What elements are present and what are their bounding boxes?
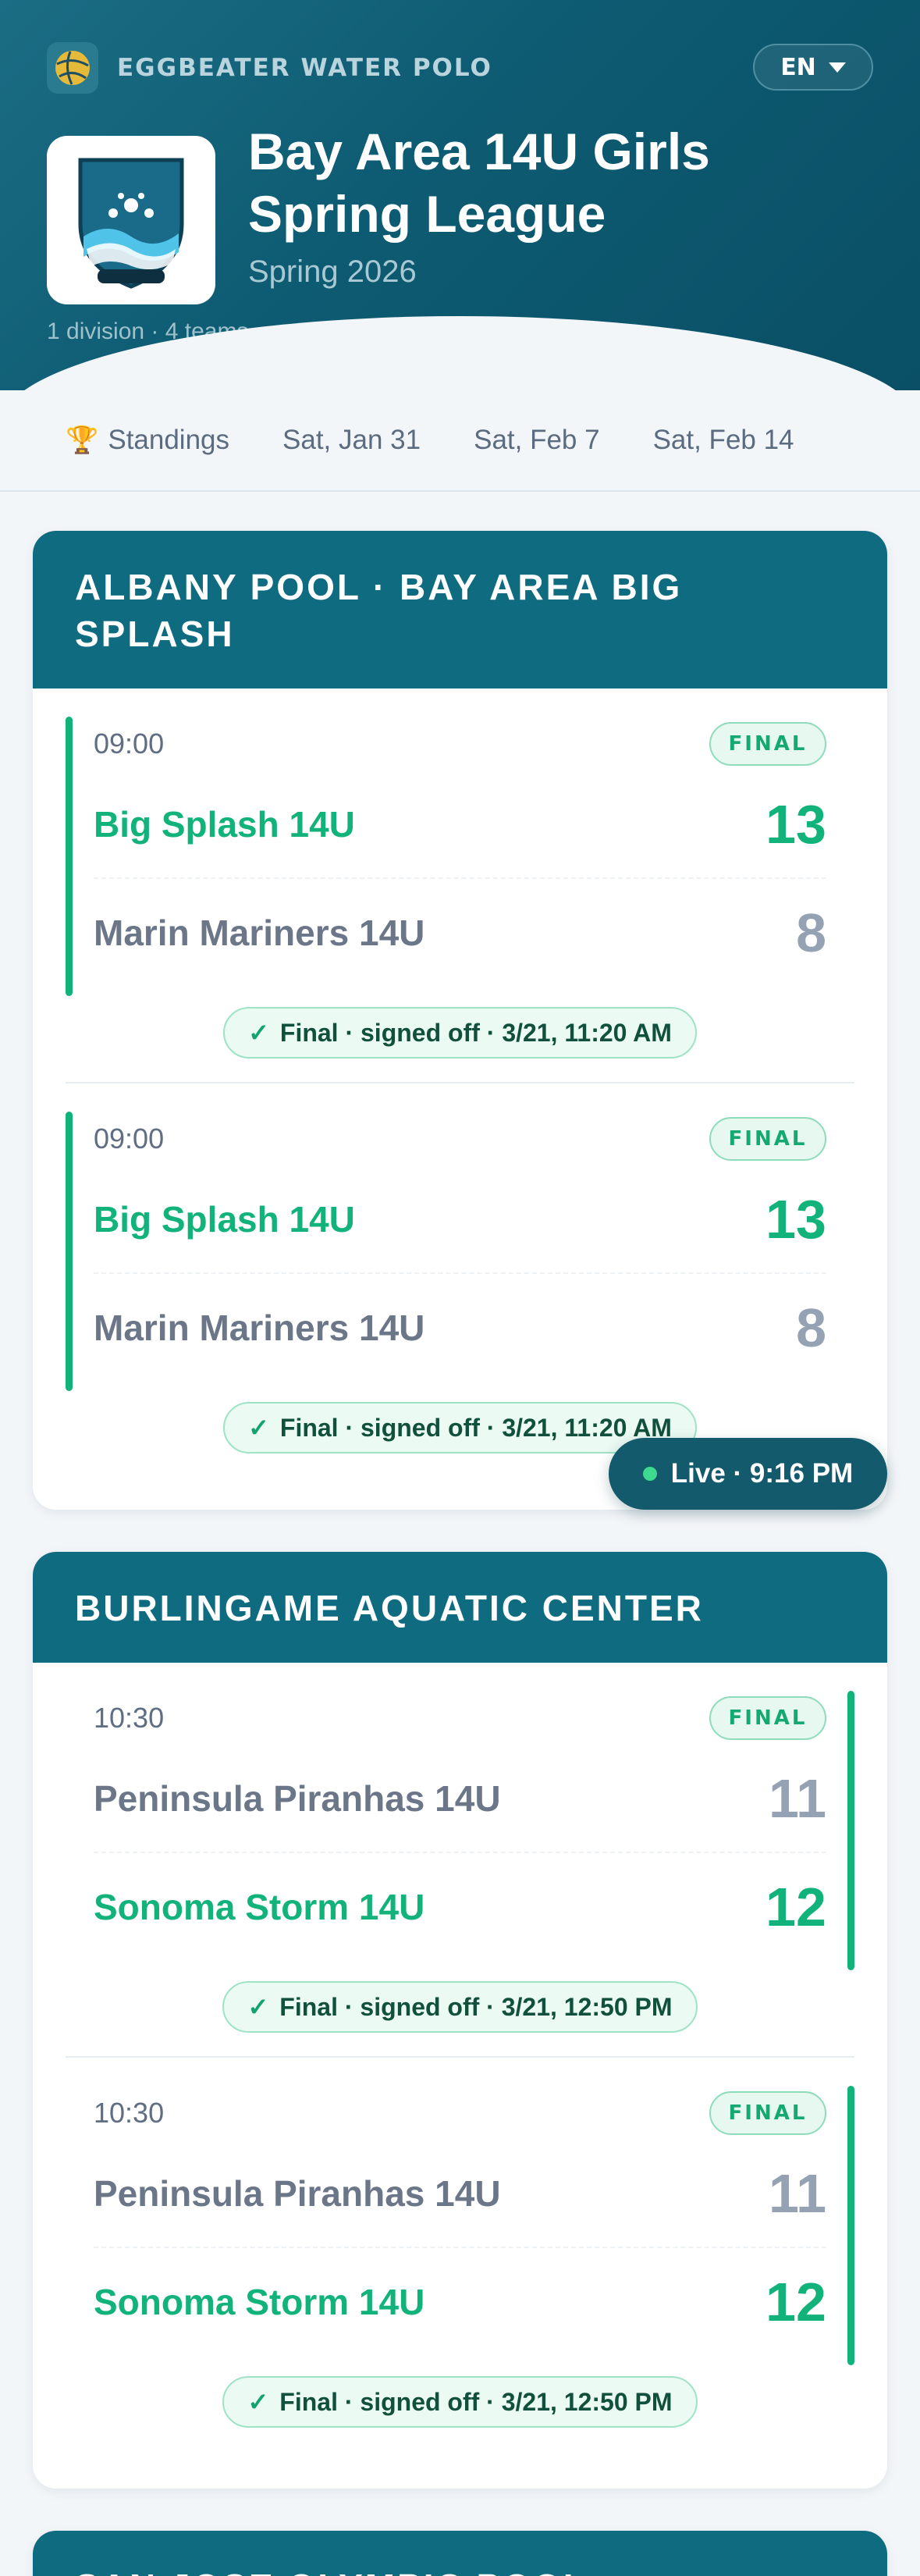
team-row-away: Sonoma Storm 14U 12 [94, 1853, 826, 1961]
team-row-home: Big Splash 14U 13 [94, 1166, 826, 1274]
tab-sat-feb-14[interactable]: Sat, Feb 14 [627, 425, 821, 456]
signoff-text: Final · signed off · 3/21, 11:20 AM [279, 1413, 672, 1442]
team-score: 12 [765, 2272, 826, 2332]
team-score: 11 [769, 1768, 826, 1829]
signoff-text: Final · signed off · 3/21, 11:20 AM [279, 1018, 672, 1047]
game-card[interactable]: 10:30 FINAL Peninsula Piranhas 14U 11 So… [66, 2056, 854, 2451]
status-badge: FINAL [709, 1696, 826, 1740]
live-status-text: Live · 9:16 PM [670, 1458, 854, 1489]
winner-indicator-bar [66, 717, 73, 996]
game-time: 10:30 [94, 1702, 165, 1734]
brand-name: EGGBEATER WATER POLO [117, 54, 492, 82]
language-label: EN [780, 53, 816, 81]
game-card[interactable]: 10:30 FINAL Peninsula Piranhas 14U 11 So… [66, 1663, 854, 2056]
team-row-away: Marin Mariners 14U 8 [94, 1274, 826, 1382]
league-header: EGGBEATER WATER POLO EN Bay Area 14U Gir… [0, 0, 920, 390]
team-name: Big Splash 14U [94, 1199, 355, 1240]
team-name: Sonoma Storm 14U [94, 2282, 425, 2322]
venue-card-san-jose: SAN JOSE OLYMPIC POOL [33, 2531, 887, 2576]
check-icon: ✓ [248, 1414, 269, 1442]
status-badge: FINAL [709, 722, 826, 766]
team-row-home: Peninsula Piranhas 14U 11 [94, 1745, 826, 1853]
team-row-away: Marin Mariners 14U 8 [94, 879, 826, 987]
team-name: Marin Mariners 14U [94, 1308, 425, 1348]
venue-name: SAN JOSE OLYMPIC POOL [33, 2531, 887, 2576]
venue-name: BURLINGAME AQUATIC CENTER [33, 1552, 887, 1663]
game-card[interactable]: 09:00 FINAL Big Splash 14U 13 Marin Mari… [66, 1082, 854, 1477]
team-score: 13 [765, 1189, 826, 1250]
team-score: 12 [765, 1877, 826, 1937]
status-badge: FINAL [709, 2091, 826, 2135]
winner-indicator-bar [66, 1112, 73, 1391]
water-polo-ball-icon [47, 42, 98, 94]
language-selector[interactable]: EN [753, 44, 873, 91]
big-splash-shield-logo [78, 158, 184, 289]
venue-name: ALBANY POOL · BAY AREA BIG SPLASH [33, 531, 887, 688]
team-row-home: Peninsula Piranhas 14U 11 [94, 2140, 826, 2248]
tab-label: Sat, Jan 31 [282, 425, 421, 455]
signoff-text: Final · signed off · 3/21, 12:50 PM [279, 1992, 673, 2021]
team-name: Marin Mariners 14U [94, 913, 425, 953]
tab-label: Standings [108, 425, 230, 455]
check-icon: ✓ [247, 1993, 269, 2021]
team-score: 8 [796, 902, 826, 963]
live-dot-icon [642, 1467, 657, 1481]
caret-down-icon [828, 62, 846, 73]
winner-indicator-bar [847, 1691, 854, 1970]
tab-standings[interactable]: 🏆 Standings [0, 425, 256, 456]
signoff-badge: ✓ Final · signed off · 3/21, 12:50 PM [222, 1981, 698, 2033]
team-score: 11 [769, 2163, 826, 2224]
venue-card-burlingame: BURLINGAME AQUATIC CENTER 10:30 FINAL Pe… [33, 1552, 887, 2489]
venue-card-albany: ALBANY POOL · BAY AREA BIG SPLASH 09:00 … [33, 531, 887, 1510]
signoff-badge: ✓ Final · signed off · 3/21, 11:20 AM [223, 1007, 697, 1059]
tab-sat-feb-7[interactable]: Sat, Feb 7 [447, 425, 626, 456]
live-status-button[interactable]: Live · 9:16 PM [609, 1438, 887, 1510]
league-title: Bay Area 14U Girls Spring League [248, 123, 710, 243]
team-score: 13 [765, 794, 826, 855]
game-card[interactable]: 09:00 FINAL Big Splash 14U 13 Marin Mari… [66, 688, 854, 1082]
signoff-text: Final · signed off · 3/21, 12:50 PM [279, 2387, 673, 2416]
signoff-badge: ✓ Final · signed off · 3/21, 12:50 PM [222, 2376, 698, 2428]
team-name: Sonoma Storm 14U [94, 1887, 425, 1927]
league-logo [47, 136, 215, 304]
status-badge: FINAL [709, 1117, 826, 1161]
team-name: Big Splash 14U [94, 804, 355, 845]
team-row-home: Big Splash 14U 13 [94, 771, 826, 879]
check-icon: ✓ [248, 1019, 269, 1047]
game-time: 09:00 [94, 728, 165, 760]
team-name: Peninsula Piranhas 14U [94, 2173, 501, 2214]
tab-label: Sat, Feb 7 [474, 425, 600, 455]
winner-indicator-bar [847, 2086, 854, 2365]
game-time: 09:00 [94, 1123, 165, 1155]
tab-label: Sat, Feb 14 [652, 425, 794, 455]
trophy-icon: 🏆 [66, 425, 99, 455]
brand-row: EGGBEATER WATER POLO [47, 42, 492, 94]
tab-sat-jan-31[interactable]: Sat, Jan 31 [256, 425, 447, 456]
check-icon: ✓ [247, 2388, 269, 2416]
league-season: Spring 2026 [248, 254, 417, 289]
team-row-away: Sonoma Storm 14U 12 [94, 2248, 826, 2356]
team-score: 8 [796, 1297, 826, 1358]
team-name: Peninsula Piranhas 14U [94, 1778, 501, 1819]
game-time: 10:30 [94, 2097, 165, 2129]
date-tabs: 🏆 Standings Sat, Jan 31 Sat, Feb 7 Sat, … [0, 390, 920, 492]
